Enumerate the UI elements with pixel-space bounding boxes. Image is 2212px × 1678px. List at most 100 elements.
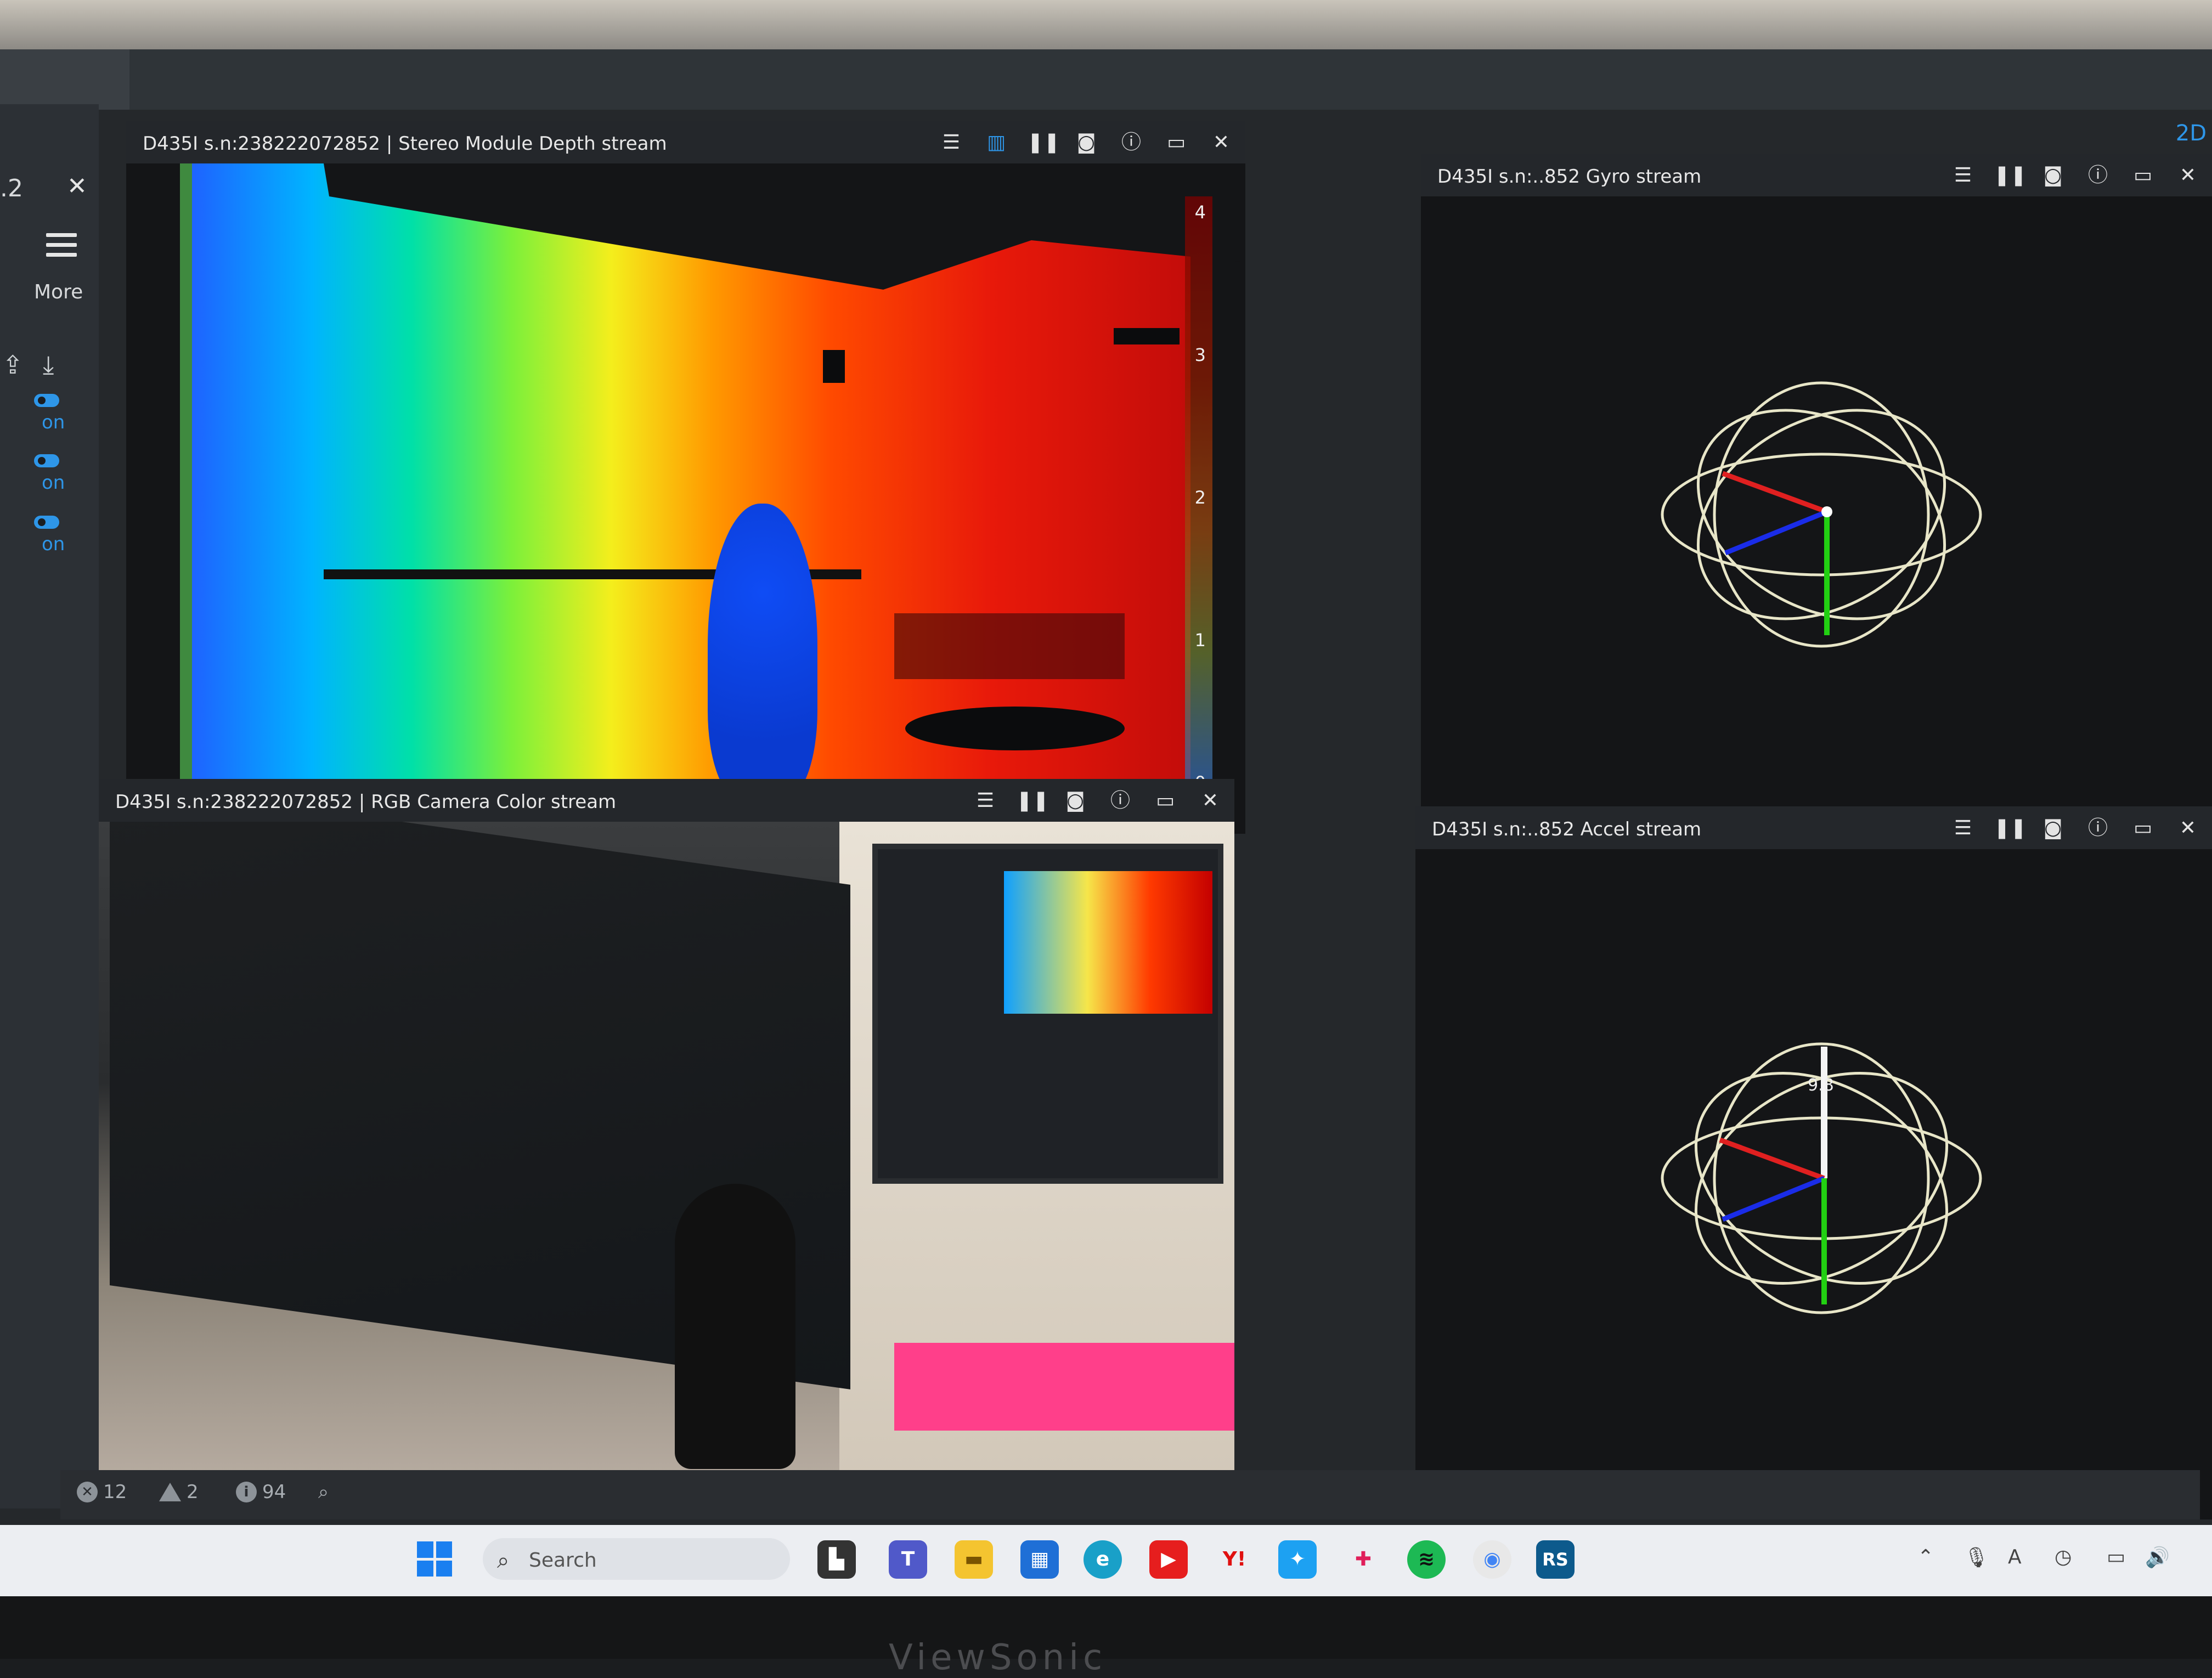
maximize-icon[interactable]: ▭	[1151, 790, 1180, 812]
store-icon[interactable]: ▦	[1020, 1540, 1059, 1579]
pause-icon[interactable]: ❚❚	[1994, 165, 2027, 187]
switch-on[interactable]	[34, 516, 59, 529]
panel-toolbar: ☰ ❚❚ ◙ ⓘ ▭ ✕	[1949, 165, 2202, 187]
options-list-icon[interactable]: ☰	[1949, 165, 1977, 187]
spotify-icon[interactable]: ≋	[1407, 1540, 1446, 1579]
accel-magnitude: 9.8	[1808, 1076, 1834, 1095]
realsense-viewer-icon[interactable]: RS	[1536, 1540, 1575, 1579]
folder-icon[interactable]: ▬	[955, 1540, 993, 1579]
pause-icon[interactable]: ❚❚	[1994, 817, 2027, 839]
panel-title: D435I s.n:238222072852 | RGB Camera Colo…	[115, 791, 617, 813]
info-icon[interactable]: ⓘ	[2084, 165, 2112, 187]
log-search-icon[interactable]: ⌕	[318, 1481, 329, 1503]
mode-2d-button[interactable]: 2D	[2176, 121, 2207, 146]
scale-label: 4	[1194, 202, 1206, 223]
task-view-icon[interactable]: ▙	[817, 1540, 856, 1579]
options-list-icon[interactable]: ☰	[937, 132, 966, 154]
scale-label: 1	[1194, 630, 1206, 651]
gyro-view	[1421, 196, 2212, 856]
accel-view: 9.8	[1415, 849, 2212, 1519]
start-windows-icon[interactable]	[417, 1541, 452, 1577]
depth-stream-panel: D435I s.n:238222072852 | Stereo Module D…	[126, 121, 1245, 834]
edge-icon[interactable]: e	[1084, 1540, 1122, 1579]
speaker-icon[interactable]: 🔊	[2145, 1546, 2170, 1569]
taskbar-search[interactable]: ⌕ Search	[483, 1538, 790, 1580]
toggle-rgb-camera[interactable]: on	[34, 454, 65, 494]
device-id: .2	[0, 174, 23, 202]
slack-icon[interactable]: ✚	[1344, 1540, 1383, 1579]
depth-view: 4 3 2 1 0	[126, 163, 1245, 834]
accel-stream-panel: D435I s.n:..852 Accel stream ☰ ❚❚ ◙ ⓘ ▭ …	[1415, 806, 2212, 1519]
device-sidebar: .2 ✕ More ⇪ ⤓ on on on	[0, 104, 99, 1508]
warning-count-value: 2	[187, 1481, 199, 1503]
microphone-icon[interactable]: 🎙	[1964, 1546, 1989, 1569]
realsense-viewer-window: 2D .2 ✕ More ⇪ ⤓ on on on D435I s.n:2382…	[0, 49, 2212, 1525]
close-icon[interactable]: ✕	[2174, 817, 2202, 839]
ime-icon[interactable]: A	[2008, 1546, 2022, 1568]
info-icon: i	[236, 1482, 257, 1502]
log-status-bar: ✕ 12 2 i 94 ⌕	[60, 1470, 2200, 1519]
color-view	[99, 822, 1234, 1476]
depth-overlay	[324, 163, 1245, 750]
toggle-motion-module[interactable]: on	[34, 516, 65, 555]
switch-on[interactable]	[34, 394, 59, 407]
info-icon[interactable]: ⓘ	[2084, 817, 2112, 839]
upload-icon[interactable]: ⇪	[2, 350, 24, 380]
error-count[interactable]: ✕ 12	[77, 1481, 127, 1503]
snapshot-camera-icon[interactable]: ◙	[2039, 165, 2067, 187]
network-icon[interactable]: ▭	[2107, 1546, 2125, 1568]
info-icon[interactable]: ⓘ	[1117, 132, 1146, 154]
yahoo-icon[interactable]: Y!	[1215, 1540, 1254, 1579]
close-icon[interactable]: ✕	[2174, 165, 2202, 187]
color-stream-panel: D435I s.n:238222072852 | RGB Camera Colo…	[99, 779, 1234, 1476]
camera-pink-shelf	[894, 1343, 1234, 1431]
y-axis-line	[1722, 1176, 1825, 1222]
maximize-icon[interactable]: ▭	[2129, 165, 2157, 187]
info-icon[interactable]: ⓘ	[1106, 790, 1135, 812]
close-device-button[interactable]: ✕	[67, 172, 87, 200]
tray-chevron-icon[interactable]: ⌃	[1917, 1546, 1934, 1568]
panel-header: D435I s.n:..852 Gyro stream ☰ ❚❚ ◙ ⓘ ▭ ✕	[1421, 154, 2212, 196]
twitter-icon[interactable]: ✦	[1278, 1540, 1317, 1579]
options-list-icon[interactable]: ☰	[1949, 817, 1977, 839]
scale-label: 3	[1194, 344, 1206, 365]
teams-icon[interactable]: T	[889, 1540, 927, 1579]
download-icon[interactable]: ⤓	[43, 350, 54, 381]
x-axis-line	[1719, 1137, 1825, 1181]
maximize-icon[interactable]: ▭	[1162, 132, 1190, 154]
clock-icon[interactable]: ◷	[2055, 1546, 2072, 1568]
monitor-bezel-top	[0, 0, 2212, 49]
info-count[interactable]: i 94	[236, 1481, 286, 1503]
chrome-icon[interactable]: ◉	[1473, 1540, 1511, 1579]
pause-icon[interactable]: ❚❚	[1027, 132, 1060, 154]
panel-toolbar: ☰ ❚❚ ◙ ⓘ ▭ ✕	[971, 790, 1224, 812]
info-count-value: 94	[262, 1481, 286, 1503]
snapshot-camera-icon[interactable]: ◙	[1061, 790, 1090, 812]
panel-header: D435I s.n:238222072852 | RGB Camera Colo…	[99, 779, 1234, 822]
close-icon[interactable]: ✕	[1196, 790, 1224, 812]
more-menu-icon[interactable]	[46, 233, 77, 257]
more-label[interactable]: More	[34, 281, 83, 303]
panel-title: D435I s.n:..852 Gyro stream	[1437, 166, 1702, 188]
youtube-icon[interactable]: ▶	[1149, 1540, 1188, 1579]
warning-icon	[159, 1483, 181, 1501]
snapshot-camera-icon[interactable]: ◙	[1072, 132, 1101, 154]
close-icon[interactable]: ✕	[1207, 132, 1235, 154]
switch-on[interactable]	[34, 454, 59, 467]
options-list-icon[interactable]: ☰	[971, 790, 1000, 812]
gyro-stream-panel: D435I s.n:..852 Gyro stream ☰ ❚❚ ◙ ⓘ ▭ ✕	[1421, 154, 2212, 856]
toggle-label: on	[42, 472, 65, 494]
pause-icon[interactable]: ❚❚	[1016, 790, 1049, 812]
maximize-icon[interactable]: ▭	[2129, 817, 2157, 839]
monitor-brand: ViewSonic	[889, 1637, 1107, 1678]
metrics-chart-icon[interactable]: ▥	[982, 132, 1011, 154]
toggle-stereo-module[interactable]: on	[34, 394, 65, 433]
snapshot-camera-icon[interactable]: ◙	[2039, 817, 2067, 839]
panel-header: D435I s.n:..852 Accel stream ☰ ❚❚ ◙ ⓘ ▭ …	[1415, 806, 2212, 849]
error-count-value: 12	[103, 1481, 127, 1503]
camera-mini-depth	[1004, 871, 1212, 1014]
search-placeholder: Search	[529, 1549, 597, 1572]
viewport-tab	[129, 49, 2212, 110]
gyro-sphere	[1661, 381, 1982, 648]
warning-count[interactable]: 2	[159, 1481, 199, 1503]
